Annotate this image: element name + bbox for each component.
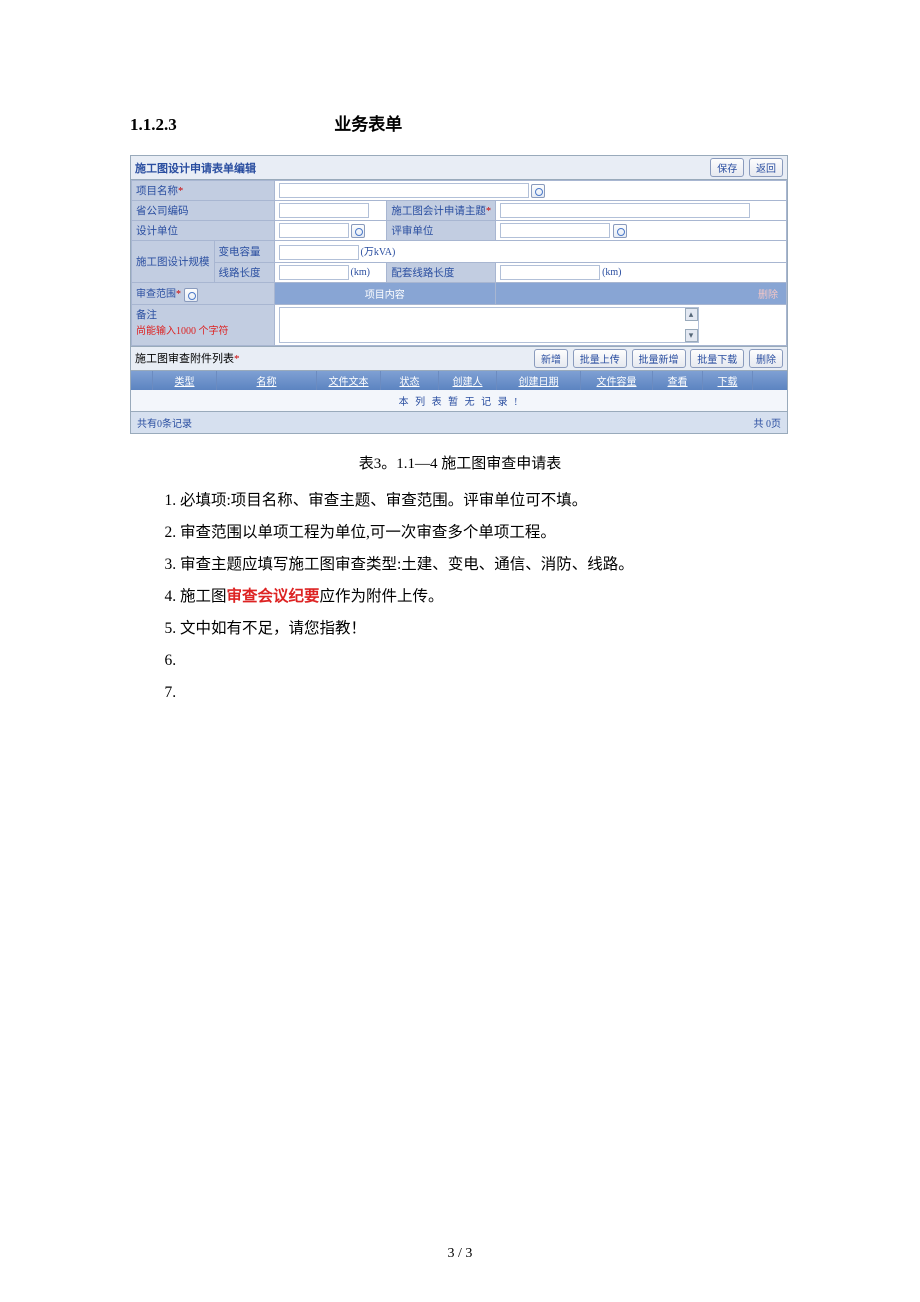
label-scale-group: 施工图设计规模 — [132, 241, 215, 283]
col-type[interactable]: 类型 — [153, 371, 217, 390]
scroll-down-icon[interactable]: ▾ — [685, 329, 698, 342]
field-project-name[interactable] — [274, 181, 787, 201]
label-line-length: 线路长度 — [214, 263, 274, 283]
attach-columns-row: 类型 名称 文件文本 状态 创建人 创建日期 文件容量 查看 下载 — [131, 371, 787, 390]
section-heading: 1.1.2.3 业务表单 — [130, 110, 790, 135]
form-header-row: 施工图设计申请表单编辑 保存 返回 — [131, 156, 787, 180]
label-pair-line: 配套线路长度 — [387, 263, 496, 283]
col-size[interactable]: 文件容量 — [581, 371, 653, 390]
note-5: 文中如有不足，请您指教！ — [180, 613, 790, 644]
field-capacity[interactable]: (万kVA) — [274, 241, 787, 263]
col-date[interactable]: 创建日期 — [497, 371, 581, 390]
label-project-name: 项目名称* — [132, 181, 275, 201]
field-design-unit[interactable] — [274, 221, 387, 241]
label-capacity: 变电容量 — [214, 241, 274, 263]
field-line-length[interactable]: (km) — [274, 263, 387, 283]
record-count: 共有0条记录 — [137, 415, 192, 430]
col-file[interactable]: 文件文本 — [317, 371, 381, 390]
remark-textarea[interactable]: ▴ ▾ — [279, 307, 699, 343]
note-4: 施工图审查会议纪要应作为附件上传。 — [180, 581, 790, 612]
pair-line-input[interactable] — [500, 265, 600, 280]
col-project-content: 项目内容 — [274, 283, 496, 305]
attach-add-button[interactable]: 新增 — [534, 349, 568, 368]
project-name-input[interactable] — [279, 183, 529, 198]
page-count: 共 0页 — [754, 415, 782, 430]
delete-scope-button[interactable]: 删除 — [496, 283, 787, 305]
label-remark: 备注 尚能输入1000 个字符 — [132, 304, 275, 345]
note-7 — [180, 677, 790, 708]
label-review-unit: 评审单位 — [387, 221, 496, 241]
save-button[interactable]: 保存 — [710, 158, 744, 177]
line-length-input[interactable] — [279, 265, 349, 280]
page-number: 3 / 3 — [0, 1246, 920, 1262]
apply-topic-input[interactable] — [500, 203, 750, 218]
capacity-input[interactable] — [279, 245, 359, 260]
label-review-scope: 审查范围* — [132, 283, 275, 305]
field-company-code[interactable] — [274, 201, 387, 221]
back-button[interactable]: 返回 — [749, 158, 783, 177]
company-code-input[interactable] — [279, 203, 369, 218]
field-pair-line[interactable]: (km) — [496, 263, 787, 283]
col-checkbox — [131, 371, 153, 390]
lookup-icon[interactable] — [351, 224, 365, 238]
label-apply-topic: 施工图会计申请主题* — [387, 201, 496, 221]
review-unit-input[interactable] — [500, 223, 610, 238]
note-3: 审查主题应填写施工图审查类型:土建、变电、通信、消防、线路。 — [180, 549, 790, 580]
attach-header-row: 施工图审查附件列表* 新增 批量上传 批量新增 批量下载 删除 — [131, 346, 787, 371]
attach-empty-row: 本 列 表 暂 无 记 录 ! — [131, 390, 787, 411]
note-4-highlight: 审查会议纪要 — [227, 588, 320, 605]
attach-batch-upload-button[interactable]: 批量上传 — [573, 349, 627, 368]
form-title: 施工图设计申请表单编辑 — [135, 160, 256, 176]
field-review-unit[interactable] — [496, 221, 787, 241]
form-container: 施工图设计申请表单编辑 保存 返回 项目名称* 省公司编码 施工图会计申请主题*… — [130, 155, 788, 434]
attach-batch-add-button[interactable]: 批量新增 — [632, 349, 686, 368]
lookup-icon[interactable] — [531, 184, 545, 198]
field-apply-topic[interactable] — [496, 201, 787, 221]
label-company-code: 省公司编码 — [132, 201, 275, 221]
attach-batch-download-button[interactable]: 批量下载 — [690, 349, 744, 368]
field-remark[interactable]: ▴ ▾ — [274, 304, 787, 345]
attach-delete-button[interactable]: 删除 — [749, 349, 783, 368]
scroll-up-icon[interactable]: ▴ — [685, 308, 698, 321]
attach-footer-row: 共有0条记录 共 0页 — [131, 411, 787, 433]
note-1: 必填项:项目名称、审查主题、审查范围。评审单位可不填。 — [180, 485, 790, 516]
col-status[interactable]: 状态 — [381, 371, 439, 390]
lookup-icon[interactable] — [613, 224, 627, 238]
design-unit-input[interactable] — [279, 223, 349, 238]
col-name[interactable]: 名称 — [217, 371, 317, 390]
label-design-unit: 设计单位 — [132, 221, 275, 241]
section-title: 业务表单 — [334, 115, 402, 134]
col-view[interactable]: 查看 — [653, 371, 703, 390]
note-6 — [180, 645, 790, 676]
note-2: 审查范围以单项工程为单位,可一次审查多个单项工程。 — [180, 517, 790, 548]
attach-title: 施工图审查附件列表* — [135, 350, 240, 366]
col-creator[interactable]: 创建人 — [439, 371, 497, 390]
figure-caption: 表3。1.1—4 施工图审查申请表 — [130, 452, 790, 473]
remark-hint: 尚能输入1000 个字符 — [136, 326, 229, 337]
col-download[interactable]: 下载 — [703, 371, 753, 390]
form-table: 项目名称* 省公司编码 施工图会计申请主题* 设计单位 评审单位 施工图设计规模… — [131, 180, 787, 346]
add-scope-icon[interactable] — [184, 288, 198, 302]
section-number: 1.1.2.3 — [130, 115, 330, 135]
notes-list: 必填项:项目名称、审查主题、审查范围。评审单位可不填。 审查范围以单项工程为单位… — [180, 485, 790, 708]
